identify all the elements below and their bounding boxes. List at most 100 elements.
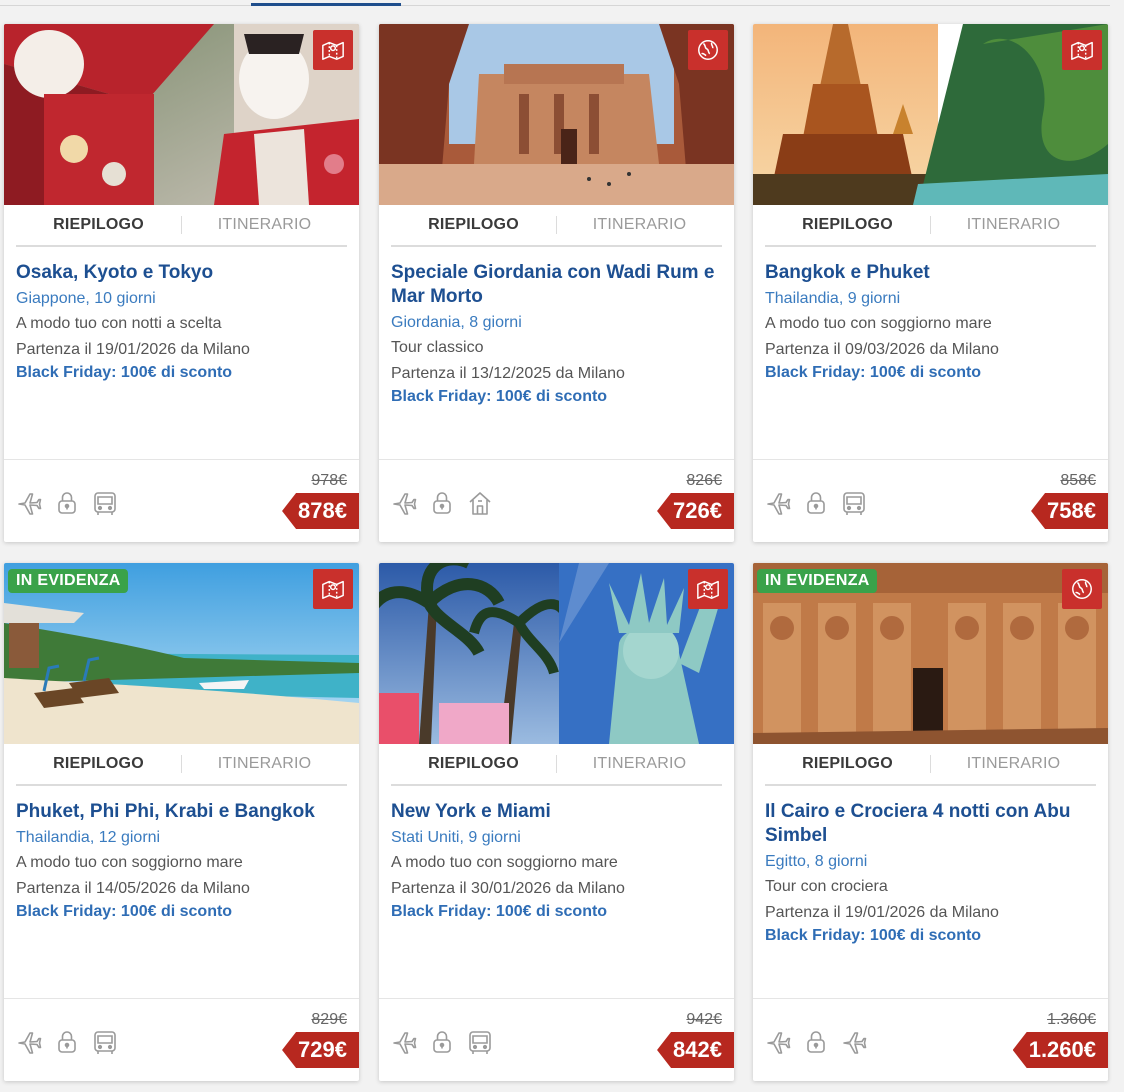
- trip-title[interactable]: Osaka, Kyoto e Tokyo: [16, 261, 347, 285]
- card-footer: 826€ 726€: [379, 459, 734, 542]
- trip-departure: Partenza il 19/01/2026 da Milano: [765, 904, 999, 921]
- card-tabs: RIEPILOGO ITINERARIO: [391, 205, 722, 247]
- trip-destination: Giordania, 8 giorni: [391, 314, 522, 331]
- trip-departure: Partenza il 30/01/2026 da Milano: [391, 880, 625, 897]
- plane-icon: [391, 1029, 417, 1055]
- card-footer: 942€ 842€: [379, 998, 734, 1081]
- card-tabs: RIEPILOGO ITINERARIO: [16, 744, 347, 786]
- trip-mode: A modo tuo con soggiorno mare: [16, 854, 243, 871]
- price-tag[interactable]: 878€: [282, 493, 359, 529]
- bus-icon: [467, 1029, 493, 1055]
- card-tabs: RIEPILOGO ITINERARIO: [391, 744, 722, 786]
- trip-grid: RIEPILOGO ITINERARIO Osaka, Kyoto e Tokyo G…: [4, 24, 1108, 1084]
- card-footer: 978€ 878€: [4, 459, 359, 542]
- map-route-icon: [688, 569, 728, 609]
- tab-itinerary[interactable]: ITINERARIO: [557, 755, 722, 773]
- tab-summary[interactable]: RIEPILOGO: [391, 216, 557, 234]
- price-tag[interactable]: 1.260€: [1012, 1032, 1108, 1068]
- old-price: 829€: [311, 1011, 347, 1028]
- tab-itinerary[interactable]: ITINERARIO: [931, 216, 1096, 234]
- trip-departure: Partenza il 19/01/2026 da Milano: [16, 341, 250, 358]
- bus-icon: [841, 490, 867, 516]
- lock-icon: [803, 490, 829, 516]
- trip-departure: Partenza il 14/05/2026 da Milano: [16, 880, 250, 897]
- trip-title[interactable]: New York e Miami: [391, 800, 722, 824]
- tabs-divider: [0, 5, 1110, 6]
- trip-card[interactable]: RIEPILOGO ITINERARIO New York e Miami Stati…: [379, 563, 734, 1081]
- trip-mode: Tour con crociera: [765, 878, 888, 895]
- tab-summary[interactable]: RIEPILOGO: [391, 755, 557, 773]
- trip-destination: Giappone, 10 giorni: [16, 290, 156, 307]
- trip-mode: A modo tuo con soggiorno mare: [391, 854, 618, 871]
- feature-icons: [765, 490, 867, 516]
- card-footer: 858€ 758€: [753, 459, 1108, 542]
- tab-summary[interactable]: RIEPILOGO: [765, 216, 931, 234]
- trip-promo: Black Friday: 100€ di sconto: [765, 927, 982, 944]
- lock-icon: [803, 1029, 829, 1055]
- lock-icon: [54, 490, 80, 516]
- plane-icon: [16, 1029, 42, 1055]
- globe-icon: [1062, 569, 1102, 609]
- plane-icon: [765, 1029, 791, 1055]
- trip-promo: Black Friday: 100€ di sconto: [391, 903, 608, 920]
- trip-card[interactable]: RIEPILOGO ITINERARIO Osaka, Kyoto e Tokyo G…: [4, 24, 359, 542]
- globe-icon: [688, 30, 728, 70]
- hotel-icon: [467, 490, 493, 516]
- price-tag[interactable]: 842€: [657, 1032, 734, 1068]
- trip-departure: Partenza il 09/03/2026 da Milano: [765, 341, 999, 358]
- card-tabs: RIEPILOGO ITINERARIO: [16, 205, 347, 247]
- price-tag[interactable]: 729€: [282, 1032, 359, 1068]
- trip-title[interactable]: Il Cairo e Crociera 4 notti con Abu Simb…: [765, 800, 1096, 848]
- old-price: 826€: [686, 472, 722, 489]
- featured-badge: IN EVIDENZA: [757, 569, 877, 593]
- price-tag[interactable]: 726€: [657, 493, 734, 529]
- trip-promo: Black Friday: 100€ di sconto: [765, 364, 982, 381]
- trip-card[interactable]: RIEPILOGO ITINERARIO Speciale Giordania co…: [379, 24, 734, 542]
- trip-image[interactable]: [379, 24, 734, 205]
- trip-image[interactable]: IN EVIDENZA: [753, 563, 1108, 744]
- lock-icon: [429, 1029, 455, 1055]
- tab-summary[interactable]: RIEPILOGO: [16, 755, 182, 773]
- trip-promo: Black Friday: 100€ di sconto: [16, 903, 233, 920]
- tab-itinerary[interactable]: ITINERARIO: [931, 755, 1096, 773]
- map-route-icon: [1062, 30, 1102, 70]
- featured-badge: IN EVIDENZA: [8, 569, 128, 593]
- card-footer: 829€ 729€: [4, 998, 359, 1081]
- map-route-icon: [313, 569, 353, 609]
- trip-title[interactable]: Bangkok e Phuket: [765, 261, 1096, 285]
- trip-image[interactable]: [379, 563, 734, 744]
- trip-destination: Thailandia, 9 giorni: [765, 290, 901, 307]
- trip-image[interactable]: IN EVIDENZA: [4, 563, 359, 744]
- trip-card[interactable]: IN EVIDENZA RIEPILOGO ITINERARIO Phuket, Ph…: [4, 563, 359, 1081]
- trip-image[interactable]: [753, 24, 1108, 205]
- trip-card[interactable]: RIEPILOGO ITINERARIO Bangkok e Phuket Thail…: [753, 24, 1108, 542]
- plane-icon: [391, 490, 417, 516]
- trip-title[interactable]: Speciale Giordania con Wadi Rum e Mar Mo…: [391, 261, 722, 309]
- plane-icon: [16, 490, 42, 516]
- trip-promo: Black Friday: 100€ di sconto: [16, 364, 233, 381]
- card-tabs: RIEPILOGO ITINERARIO: [765, 205, 1096, 247]
- trip-title[interactable]: Phuket, Phi Phi, Krabi e Bangkok: [16, 800, 347, 824]
- price-tag[interactable]: 758€: [1031, 493, 1108, 529]
- old-price: 978€: [311, 472, 347, 489]
- trip-destination: Stati Uniti, 9 giorni: [391, 829, 521, 846]
- tab-summary[interactable]: RIEPILOGO: [16, 216, 182, 234]
- tab-itinerary[interactable]: ITINERARIO: [182, 216, 347, 234]
- lock-icon: [429, 490, 455, 516]
- old-price: 942€: [686, 1011, 722, 1028]
- trip-card[interactable]: IN EVIDENZA RIEPILOGO ITINERARIO Il Cairo e…: [753, 563, 1108, 1081]
- map-route-icon: [313, 30, 353, 70]
- feature-icons: [391, 490, 493, 516]
- bus-icon: [92, 1029, 118, 1055]
- feature-icons: [16, 490, 118, 516]
- card-footer: 1.360€ 1.260€: [753, 998, 1108, 1081]
- trip-image[interactable]: [4, 24, 359, 205]
- tab-itinerary[interactable]: ITINERARIO: [182, 755, 347, 773]
- tab-itinerary[interactable]: ITINERARIO: [557, 216, 722, 234]
- plane-icon: [841, 1029, 867, 1055]
- trip-destination: Egitto, 8 giorni: [765, 853, 868, 870]
- trip-promo: Black Friday: 100€ di sconto: [391, 388, 608, 405]
- tab-summary[interactable]: RIEPILOGO: [765, 755, 931, 773]
- trip-mode: Tour classico: [391, 339, 484, 356]
- tabs-bar: [0, 0, 1124, 8]
